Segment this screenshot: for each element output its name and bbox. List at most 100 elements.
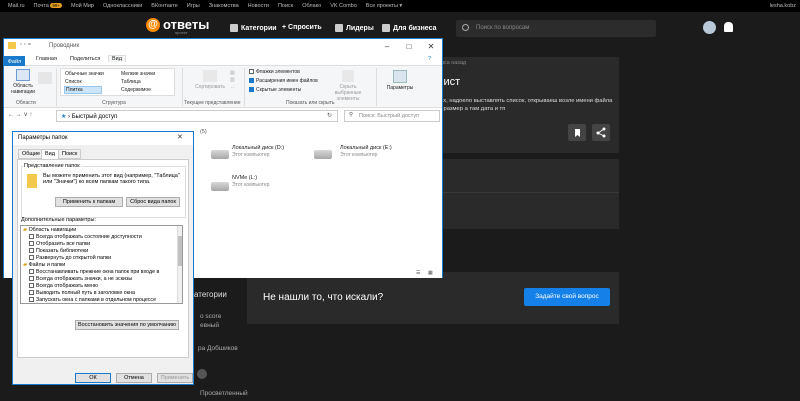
close-button[interactable]: ✕	[420, 39, 442, 54]
ask-question-button[interactable]: Задайте свой вопрос	[524, 288, 610, 306]
view-details-icon[interactable]: ☰	[416, 270, 420, 276]
topbar-link-vk[interactable]: ВКонтакте	[151, 3, 177, 9]
layout-content[interactable]: Содержимое	[121, 87, 151, 93]
sort-button[interactable]: Сортировать	[192, 70, 228, 90]
dialog-close-button[interactable]: ✕	[177, 133, 183, 141]
tab-view[interactable]: Вид	[108, 55, 126, 62]
bookmark-icon	[575, 129, 580, 137]
topbar-all-projects[interactable]: Все проекты ▾	[366, 3, 402, 9]
folder-view-group-label: Представление папок	[23, 163, 81, 169]
checkbox-file-extensions-box[interactable]	[249, 78, 254, 84]
maximize-button[interactable]: □	[398, 39, 420, 54]
drive-icon	[211, 150, 229, 159]
options-button[interactable]: Параметры	[382, 70, 418, 91]
logo-subtitle: проект	[175, 30, 188, 35]
nav-categories[interactable]: Категории	[230, 24, 277, 32]
topbar-link-games[interactable]: Игры	[187, 3, 200, 9]
checkbox-item-checkboxes[interactable]: Флажки элементов	[249, 69, 300, 75]
dialog-titlebar[interactable]: Параметры папок	[13, 132, 193, 145]
checkbox-icon	[29, 269, 34, 275]
ribbon-tabs: Файл Главная Поделиться Вид ?	[4, 54, 442, 68]
minimize-button[interactable]: –	[376, 39, 398, 54]
sidebar-item-user[interactable]: ра Добшиков	[198, 345, 238, 352]
address-input[interactable]: ★ › Быстрый доступ ↻	[56, 110, 338, 122]
checkbox-hidden-items[interactable]: Скрытые элементы	[249, 87, 301, 93]
ok-button[interactable]: ОК	[75, 373, 111, 383]
mail-badge: 99+	[50, 3, 62, 8]
list-item[interactable]: Запускать окна с папками в отдельном про…	[29, 297, 156, 303]
group-by-buttons[interactable]: ▤ ▥ ↔	[230, 70, 240, 92]
checkbox-file-extensions[interactable]: Расширения имен файлов	[249, 78, 318, 84]
options-icon	[393, 70, 407, 83]
preview-pane-button[interactable]	[38, 72, 52, 84]
avatar[interactable]	[703, 21, 716, 34]
tab-home[interactable]: Главная	[36, 56, 57, 62]
topbar-link-search[interactable]: Поиск	[278, 3, 293, 9]
layout-list[interactable]: Список	[65, 79, 82, 85]
apply-to-folders-button[interactable]: Применить к папкам	[55, 197, 123, 207]
nav-leaders[interactable]: Лидеры	[335, 24, 374, 32]
group-areas-label: Области	[16, 100, 36, 106]
share-button[interactable]	[592, 124, 610, 141]
nav-back-forward[interactable]: ← → ∨ ↑	[8, 111, 32, 118]
reset-folders-button[interactable]: Сброс вида папок	[126, 197, 180, 207]
explorer-titlebar[interactable]: ▫ ▫ = Проводник – □ ✕	[4, 39, 442, 54]
hide-selected-button[interactable]: Скрыть выбранные элементы	[326, 70, 370, 102]
checkbox-icon	[29, 290, 34, 296]
question-text: апках, надоело выставлять список, открыв…	[431, 98, 613, 112]
topbar-link-mail[interactable]: Почта 99+	[34, 3, 62, 9]
group-show-hide-label: Показать или скрыть	[286, 100, 335, 106]
folder-view-icon	[27, 174, 37, 188]
topbar-link-myworld[interactable]: Мой Мир	[71, 3, 94, 9]
view-tiles-icon[interactable]: ▦	[428, 270, 433, 276]
drive-d[interactable]: Локальный диск (D:) Этот компьютер	[232, 145, 284, 159]
topbar-user[interactable]: lesha.kobz	[770, 3, 796, 9]
drive-e[interactable]: Локальный диск (E:) Этот компьютер	[340, 145, 392, 159]
tab-share[interactable]: Поделиться	[70, 56, 100, 62]
help-icon[interactable]: ?	[428, 56, 431, 62]
advanced-settings-list: ▰ Область навигации Всегда отображать со…	[20, 225, 183, 304]
checkbox-item-checkboxes-box[interactable]	[249, 69, 254, 75]
bookmark-button[interactable]	[568, 124, 586, 141]
ribbon: Область навигации Области Обычные значки…	[4, 66, 442, 108]
checkbox-icon	[29, 255, 34, 261]
nav-pane-button[interactable]: Область навигации	[9, 69, 37, 95]
nav-ask[interactable]: + Спросить	[282, 24, 322, 31]
list-scroll-thumb[interactable]	[178, 236, 182, 266]
site-search-input[interactable]: Поиск по вопросам	[456, 20, 656, 37]
topbar-link-mailru[interactable]: Mail.ru	[8, 3, 25, 9]
checkbox-icon	[29, 241, 34, 247]
quick-access-toolbar[interactable]: ▫ ▫ =	[20, 42, 31, 48]
checkbox-hidden-items-box[interactable]	[249, 87, 254, 93]
topbar-link-vkcombo[interactable]: VK Combo	[330, 3, 357, 9]
restore-defaults-button[interactable]: Восстановить значения по умолчанию	[75, 320, 179, 330]
cancel-button[interactable]: Отмена	[116, 373, 152, 383]
topbar-link-ok[interactable]: Одноклассники	[103, 3, 142, 9]
layout-small-icons[interactable]: Мелкие значки	[121, 71, 155, 77]
bell-icon[interactable]	[724, 22, 733, 32]
user-avatar-icon[interactable]	[197, 369, 207, 379]
folder-options-dialog: Параметры папок ✕ Общие Вид Поиск Предст…	[12, 131, 194, 385]
apply-button[interactable]: Применить	[157, 373, 193, 383]
drive-l[interactable]: NVMe (L:) Этот компьютер	[232, 175, 269, 189]
sidebar-categories-heading: атегории	[194, 290, 227, 299]
topbar-link-cloud[interactable]: Облако	[302, 3, 321, 9]
group-current-view-label: Текущее представление	[184, 100, 241, 106]
drive-icon	[314, 150, 332, 159]
nav-business[interactable]: Для бизнеса	[382, 24, 436, 32]
hide-selected-icon	[342, 70, 354, 82]
tab-view[interactable]: Вид	[41, 149, 59, 159]
explorer-search-input[interactable]: ⚲ Поиск: Быстрый доступ	[344, 110, 440, 122]
folder-icon: ▰	[23, 262, 28, 268]
topbar-link-news[interactable]: Новости	[248, 3, 269, 9]
answers-card	[427, 159, 619, 229]
topbar-link-dating[interactable]: Знакомства	[209, 3, 239, 9]
sidebar-item-rank: евный	[200, 322, 219, 329]
refresh-icon[interactable]: ↻	[327, 112, 332, 119]
checkbox-icon	[29, 234, 34, 240]
search-icon	[462, 24, 469, 31]
layout-normal-icons[interactable]: Обычные значки	[65, 71, 104, 77]
layout-table[interactable]: Таблица	[121, 79, 141, 85]
layout-tile[interactable]: Плитка	[64, 86, 102, 94]
tab-search[interactable]: Поиск	[58, 149, 82, 159]
